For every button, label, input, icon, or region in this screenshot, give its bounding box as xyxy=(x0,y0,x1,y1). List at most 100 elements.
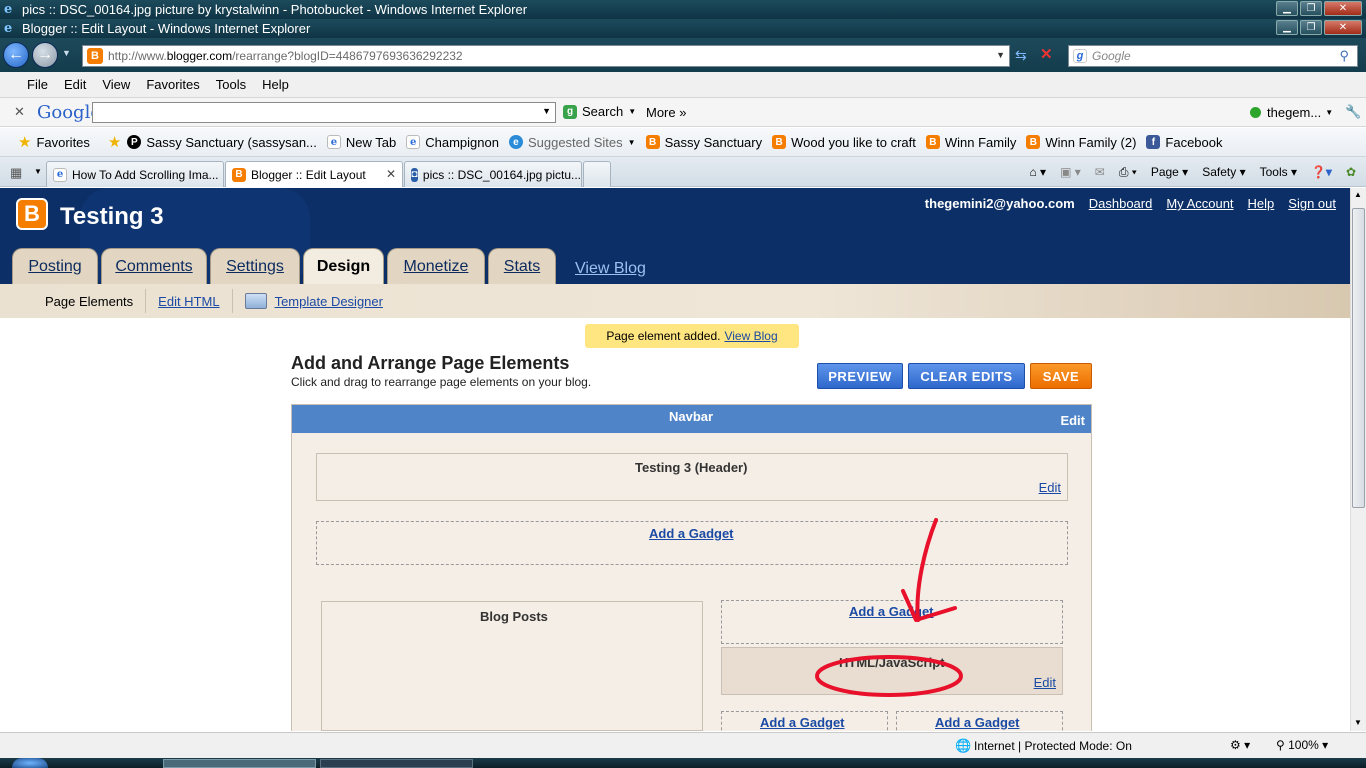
favorites-bar: ★ Favorites ★ P Sassy Sanctuary (sassysa… xyxy=(0,128,1366,157)
vertical-scrollbar[interactable]: ▲ ▼ xyxy=(1350,188,1366,731)
fav-label: Sassy Sanctuary xyxy=(664,134,763,150)
tab-close-icon[interactable]: ✕ xyxy=(386,167,396,181)
help-icon[interactable]: ❓▾ xyxy=(1311,165,1332,179)
fav-wood-you-like-to-craft[interactable]: B Wood you like to craft xyxy=(772,135,916,150)
window-title-bar-photobucket[interactable]: e pics :: DSC_00164.jpg picture by kryst… xyxy=(0,0,1366,19)
back-arrow-icon[interactable]: ← xyxy=(3,42,29,68)
search-placeholder: Google xyxy=(1092,49,1131,63)
taskbar-ie-button[interactable] xyxy=(163,759,316,768)
scroll-down-icon[interactable]: ▼ xyxy=(1354,718,1362,727)
online-status-icon xyxy=(1250,106,1261,118)
search-options-dropdown-icon: ▼ xyxy=(628,107,637,116)
suggested-sites-icon: e xyxy=(508,135,523,149)
google-account-label: thegem... xyxy=(1267,104,1322,120)
refresh-icon[interactable]: ⇆ xyxy=(1015,47,1027,64)
fav-label: Winn Family (2) xyxy=(1045,134,1137,150)
fav-sassy-sanctuary-pinterest[interactable]: P Sassy Sanctuary (sassysan... xyxy=(127,135,317,150)
wrench-icon[interactable]: 🔧 xyxy=(1345,104,1361,120)
window-title: Blogger :: Edit Layout - Windows Interne… xyxy=(22,21,311,36)
print-icon[interactable]: ⎙ ▾ xyxy=(1119,165,1137,180)
google-search-input[interactable]: ▼ xyxy=(92,102,556,123)
annotation-arrow-head xyxy=(901,589,957,622)
search-magnifier-icon[interactable]: ⚲ xyxy=(1339,48,1349,64)
window-controls: ▁ ❐ ✕ xyxy=(1276,1,1362,16)
forward-arrow-icon[interactable]: → xyxy=(32,42,58,68)
fav-label: Champignon xyxy=(425,134,499,150)
tab-label: pics :: DSC_00164.jpg pictu... xyxy=(422,167,581,182)
history-dropdown-icon[interactable]: ▼ xyxy=(62,48,71,58)
fav-label: Facebook xyxy=(1165,134,1223,150)
tab-photobucket[interactable]: ◘ pics :: DSC_00164.jpg pictu... xyxy=(404,161,582,187)
address-bar[interactable]: B http://www. blogger.com/rearrange?blogI… xyxy=(82,45,1010,67)
tab-list-dropdown-icon[interactable]: ▼ xyxy=(34,167,42,176)
address-dropdown-icon[interactable]: ▼ xyxy=(996,50,1005,60)
blogger-icon: B xyxy=(1026,135,1041,149)
safety-menu[interactable]: Safety ▾ xyxy=(1202,165,1245,179)
minimize-icon[interactable]: ▁ xyxy=(1276,20,1298,35)
add-favorites-icon[interactable]: ★ xyxy=(108,133,121,151)
favorites-button[interactable]: ★ Favorites xyxy=(18,133,90,151)
quick-tabs-icon[interactable]: ▦ xyxy=(10,165,22,181)
fav-sassy-sanctuary[interactable]: B Sassy Sanctuary xyxy=(645,134,763,150)
browser-tab-bar: ▦ ▼ e How To Add Scrolling Ima... B Blog… xyxy=(0,157,1366,187)
page-menu[interactable]: Page ▾ xyxy=(1151,165,1188,179)
address-row: ← → ▼ B http://www. blogger.com/rearrange… xyxy=(0,38,1366,72)
photobucket-icon: ◘ xyxy=(411,167,418,182)
fav-new-tab[interactable]: e New Tab xyxy=(326,134,397,150)
fav-label: Wood you like to craft xyxy=(791,134,916,150)
taskbar-window-button[interactable] xyxy=(320,759,473,768)
menu-help[interactable]: Help xyxy=(254,77,297,92)
search-input[interactable]: g Google ⚲ xyxy=(1068,45,1358,67)
fav-winn-family[interactable]: B Winn Family xyxy=(925,135,1016,150)
pinterest-icon: P xyxy=(127,135,142,149)
maximize-icon[interactable]: ❐ xyxy=(1300,20,1322,35)
menu-view[interactable]: View xyxy=(94,77,138,92)
zoom-level: 100% xyxy=(1288,738,1319,752)
blogger-icon: B xyxy=(772,135,787,149)
page-menu-label: Page xyxy=(1150,165,1179,179)
tab-scrolling-images[interactable]: e How To Add Scrolling Ima... xyxy=(46,161,224,187)
fav-suggested-sites[interactable]: e Suggested Sites ▼ xyxy=(508,135,636,150)
fav-facebook[interactable]: f Facebook xyxy=(1146,134,1223,150)
menu-tools[interactable]: Tools xyxy=(208,77,254,92)
fav-winn-family-2[interactable]: B Winn Family (2) xyxy=(1026,135,1136,150)
suggested-sites-dropdown-icon: ▼ xyxy=(627,137,636,147)
ie-page-icon: e xyxy=(326,135,341,149)
scroll-up-icon[interactable]: ▲ xyxy=(1354,190,1362,199)
menu-edit[interactable]: Edit xyxy=(56,77,94,92)
google-more-button[interactable]: More » xyxy=(646,105,686,120)
close-icon[interactable]: ✕ xyxy=(1324,20,1362,35)
ie-page-icon: e xyxy=(406,135,421,149)
read-mail-icon[interactable]: ✉ xyxy=(1095,165,1105,179)
stop-icon[interactable]: ✕ xyxy=(1040,45,1058,63)
fav-champignon[interactable]: e Champignon xyxy=(406,135,499,150)
google-toolbar: ✕ Google ▼ g Search ▼ More » thegem... ▼… xyxy=(0,98,1366,127)
home-icon[interactable]: ⌂ ▾ xyxy=(1029,165,1046,179)
new-tab-button[interactable] xyxy=(583,161,611,187)
favorites-label: Favorites xyxy=(36,134,90,150)
facebook-icon: f xyxy=(1146,135,1161,149)
url-path: /rearrange?blogID=4486797693636292232 xyxy=(232,49,463,63)
safety-menu-label: Safety xyxy=(1202,165,1237,179)
window-title-bar-blogger[interactable]: e Blogger :: Edit Layout - Windows Inter… xyxy=(0,19,1366,38)
google-account-menu[interactable]: thegem... ▼ 🔧 xyxy=(1250,104,1361,120)
scroll-thumb[interactable] xyxy=(1352,208,1365,508)
close-icon[interactable]: ✕ xyxy=(1324,1,1362,16)
menu-file[interactable]: File xyxy=(19,77,56,92)
feeds-icon[interactable]: ▣ ▾ xyxy=(1060,165,1081,179)
minimize-icon[interactable]: ▁ xyxy=(1276,1,1298,16)
start-button[interactable] xyxy=(12,758,48,768)
fav-label: New Tab xyxy=(345,134,397,150)
window-controls: ▁ ❐ ✕ xyxy=(1276,20,1362,35)
tools-menu[interactable]: Tools ▾ xyxy=(1260,165,1297,179)
google-search-dropdown-icon[interactable]: ▼ xyxy=(542,106,551,116)
security-zone-text[interactable]: Internet | Protected Mode: On xyxy=(974,739,1132,753)
menu-favorites[interactable]: Favorites xyxy=(138,77,207,92)
toolbar-close-icon[interactable]: ✕ xyxy=(14,104,25,120)
research-icon[interactable]: ✿ xyxy=(1346,165,1356,179)
google-search-button[interactable]: g Search ▼ xyxy=(563,104,636,119)
zoom-control[interactable]: ⚲ 100% ▾ xyxy=(1276,738,1328,752)
tab-blogger-edit-layout[interactable]: B Blogger :: Edit Layout ✕ xyxy=(225,161,403,187)
maximize-icon[interactable]: ❐ xyxy=(1300,1,1322,16)
protected-mode-icon[interactable]: ⚙ ▾ xyxy=(1230,738,1250,752)
